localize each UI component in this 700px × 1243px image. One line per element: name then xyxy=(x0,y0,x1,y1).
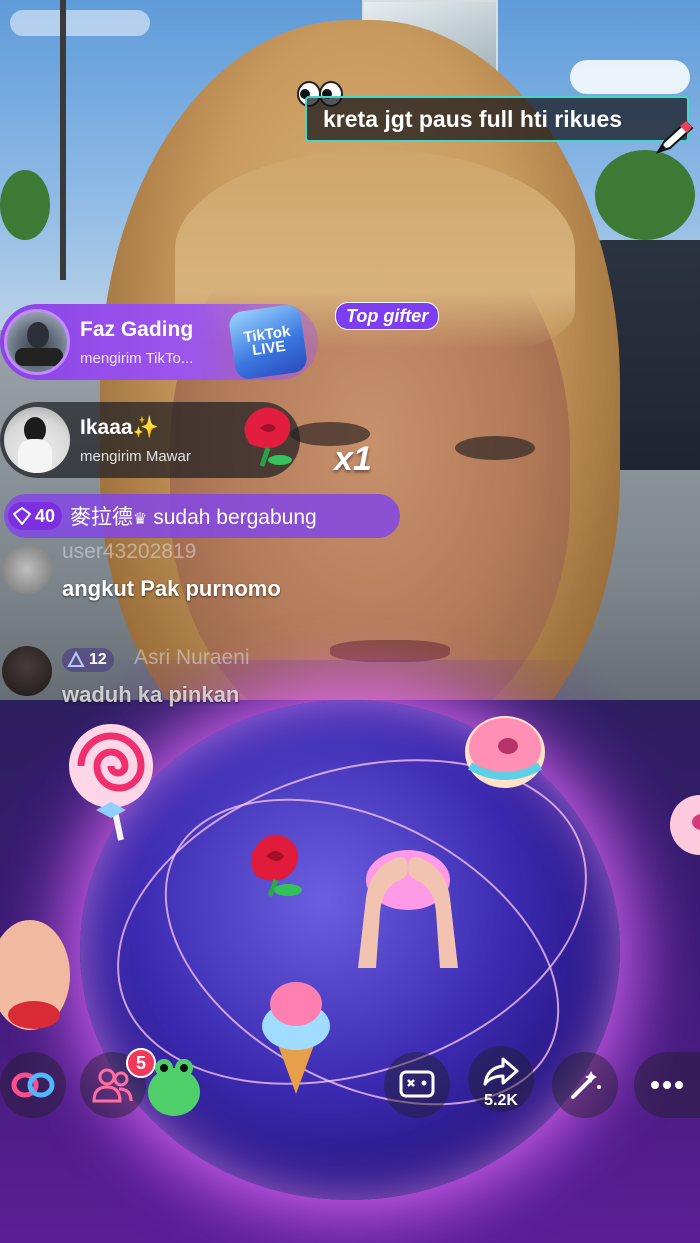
chat-text: waduh ka pinkan xyxy=(62,682,240,707)
avatar[interactable] xyxy=(4,407,70,473)
chat-text: angkut Pak purnomo xyxy=(62,576,281,601)
donut-icon xyxy=(670,795,700,855)
pencil-icon xyxy=(652,118,696,158)
tree xyxy=(0,170,50,240)
share-icon xyxy=(483,1057,519,1086)
user-level-badge: 12 xyxy=(62,648,114,672)
gift-action: mengirim Mawar xyxy=(80,447,191,465)
user-level-badge: 40 xyxy=(8,502,63,530)
hand-icon xyxy=(0,920,70,1030)
streamer-eye xyxy=(455,436,535,460)
pinned-comment[interactable]: kreta jgt paus full hti rikues xyxy=(305,96,689,142)
gift-count: x1 xyxy=(334,440,372,478)
pinned-comment-text: kreta jgt paus full hti rikues xyxy=(323,105,623,132)
game-button[interactable] xyxy=(384,1052,450,1118)
level-gem-icon xyxy=(67,651,85,667)
gifter-name: Ikaaa✨ xyxy=(80,415,159,439)
effects-button[interactable] xyxy=(552,1052,618,1118)
dice-game-icon xyxy=(399,1070,435,1098)
sparkle-icon: ✨ xyxy=(132,415,159,439)
avatar[interactable] xyxy=(2,646,52,696)
gift-action: mengirim TikTo... xyxy=(80,349,194,367)
magic-wand-icon xyxy=(571,1071,601,1099)
tiktok-live-label: TikTok LIVE xyxy=(242,322,292,360)
crown-icon: ♛ xyxy=(133,511,148,528)
utility-pole xyxy=(60,0,66,280)
avatar[interactable] xyxy=(4,309,70,375)
more-button[interactable] xyxy=(634,1052,700,1118)
share-count: 5.2K xyxy=(484,1092,518,1109)
rose-gift-icon xyxy=(244,407,292,467)
lollipop-icon xyxy=(69,724,153,841)
frog-sticker-icon xyxy=(148,1059,200,1116)
finger-heart-icon xyxy=(358,850,458,968)
chat-message[interactable]: user43202819 angkut Pak purnomo xyxy=(0,540,480,610)
donut-icon xyxy=(465,716,545,788)
chat-username: user43202819 xyxy=(62,540,197,563)
cloud xyxy=(10,10,150,36)
level-gem-icon xyxy=(13,507,31,525)
cloud xyxy=(570,60,690,94)
gifter-name: Faz Gading xyxy=(80,317,194,341)
ice-cream-icon xyxy=(262,982,330,1094)
link-button[interactable] xyxy=(0,1052,66,1118)
tree xyxy=(595,150,695,240)
more-icon xyxy=(651,1081,683,1089)
chat-username: Asri Nuraeni xyxy=(134,646,250,669)
join-text: 麥拉德♛ sudah bergabung xyxy=(70,506,317,529)
rose-gift-icon xyxy=(250,834,302,897)
chat-message[interactable]: 12 Asri Nuraeni waduh ka pinkan xyxy=(0,644,480,714)
join-notification: 40 麥拉德♛ sudah bergabung xyxy=(4,494,400,538)
top-gifter-badge: Top gifter xyxy=(335,302,440,330)
tiktok-live-gift-icon: TikTok LIVE xyxy=(227,303,309,381)
avatar[interactable] xyxy=(2,544,52,594)
link-icon xyxy=(11,1072,55,1098)
